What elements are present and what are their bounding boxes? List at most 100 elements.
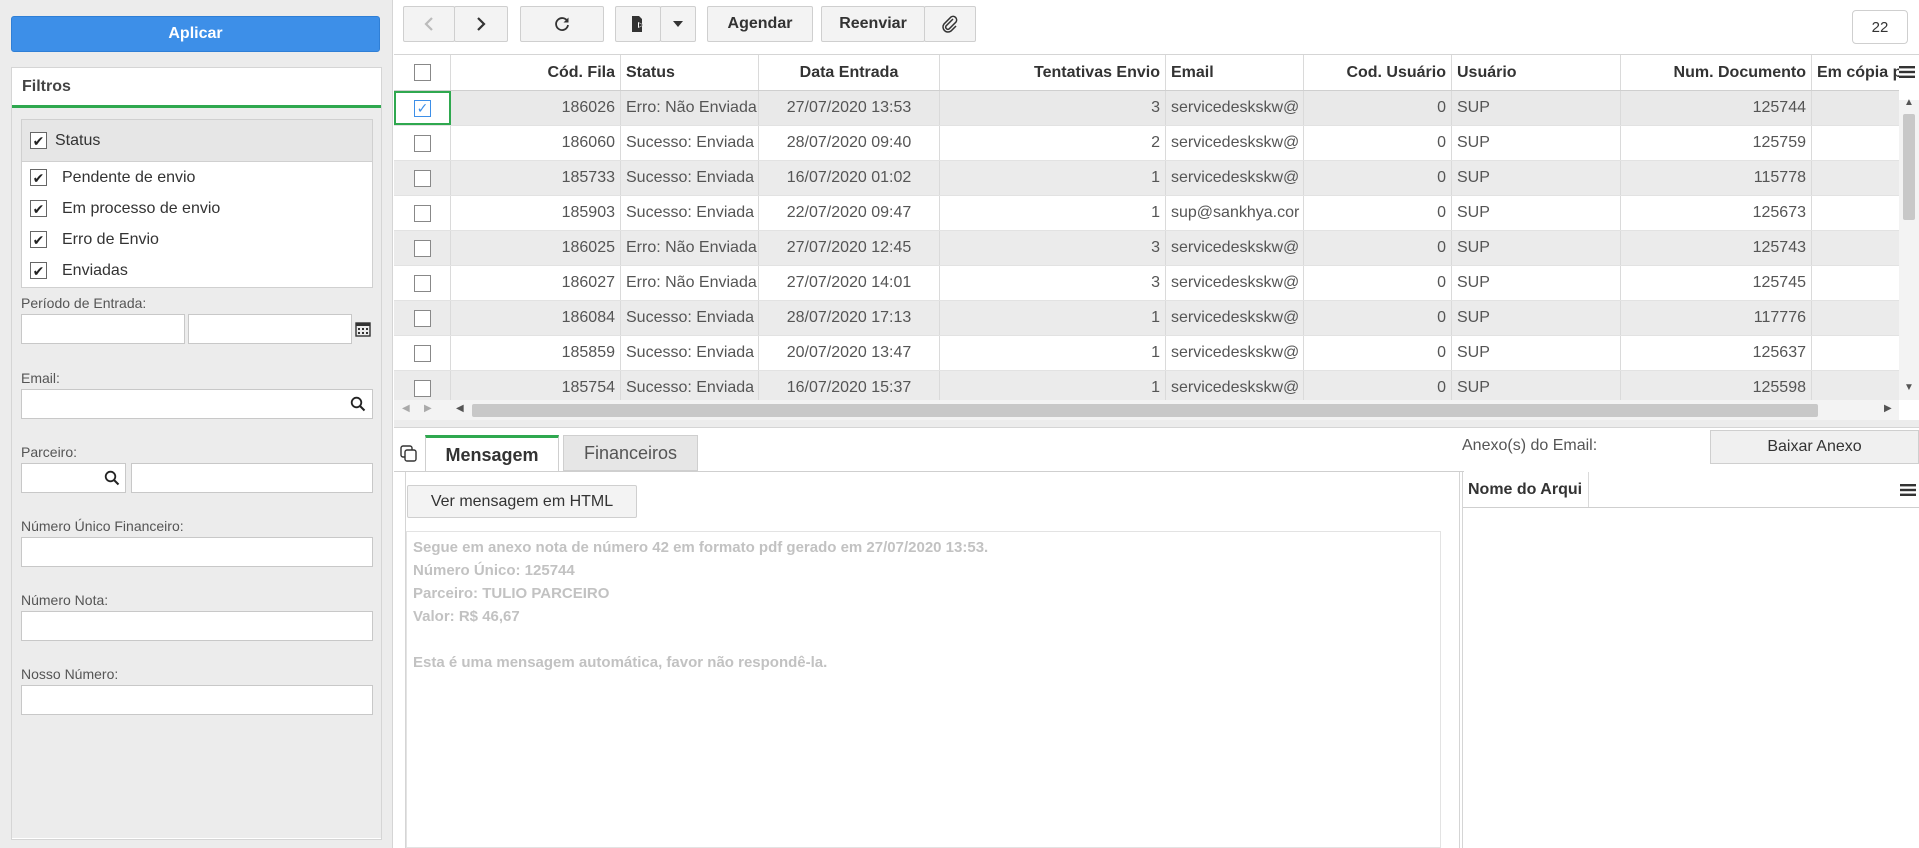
scroll-left-arrow[interactable]: ◀ — [456, 403, 464, 414]
cell-num-doc: 125743 — [1621, 231, 1812, 265]
export-dropdown-button[interactable] — [660, 6, 696, 42]
agendar-button[interactable]: Agendar — [707, 6, 813, 42]
cell-data: 22/07/2020 09:47 — [759, 196, 940, 230]
row-select-cell[interactable] — [394, 161, 451, 195]
periodo-end-input[interactable] — [188, 314, 352, 344]
header-select-cell[interactable] — [394, 55, 451, 90]
copy-icon[interactable] — [400, 445, 418, 463]
col-cod-usuario[interactable]: Cod. Usuário — [1304, 55, 1452, 90]
cell-email: servicedeskskw@ — [1166, 336, 1304, 370]
numnota-input[interactable] — [21, 611, 373, 641]
scroll-thumb[interactable] — [472, 404, 1818, 417]
cell-usuario: SUP — [1452, 231, 1621, 265]
status-all-checkbox[interactable]: ✔ — [30, 132, 47, 149]
column-menu-icon[interactable] — [1900, 483, 1916, 497]
table-row[interactable]: 185859 Sucesso: Enviada 20/07/2020 13:47 1 s… — [394, 336, 1899, 371]
table-row[interactable]: 186084 Sucesso: Enviada 28/07/2020 17:13 1 s… — [394, 301, 1899, 336]
reenviar-button[interactable]: Reenviar — [821, 6, 925, 42]
status-option-pendente[interactable]: ✔ Pendente de envio — [22, 162, 372, 193]
parceiro-name-input[interactable] — [131, 463, 373, 493]
checkbox[interactable]: ✔ — [30, 262, 47, 279]
col-num-documento[interactable]: Num. Documento — [1621, 55, 1812, 90]
grid-vertical-scrollbar[interactable]: ▲ ▼ — [1899, 97, 1919, 400]
row-select-cell[interactable] — [394, 196, 451, 230]
col-tentativas[interactable]: Tentativas Envio — [940, 55, 1166, 90]
cell-data: 27/07/2020 13:53 — [759, 91, 940, 125]
row-checkbox[interactable] — [413, 309, 431, 327]
status-option-em-processo[interactable]: ✔ Em processo de envio — [22, 193, 372, 224]
row-select-cell[interactable] — [394, 266, 451, 300]
table-row[interactable]: 186025 Erro: Não Enviada 27/07/2020 12:45 3… — [394, 231, 1899, 266]
periodo-start-input[interactable] — [21, 314, 185, 344]
checkbox[interactable]: ✔ — [30, 231, 47, 248]
scroll-up-arrow[interactable]: ▲ — [1904, 97, 1914, 108]
table-row[interactable]: 186027 Erro: Não Enviada 27/07/2020 14:01 3… — [394, 266, 1899, 301]
status-option-enviadas[interactable]: ✔ Enviadas — [22, 255, 372, 286]
cell-email: servicedeskskw@ — [1166, 126, 1304, 160]
cell-data: 20/07/2020 13:47 — [759, 336, 940, 370]
row-checkbox[interactable] — [413, 379, 431, 397]
status-group-header[interactable]: ✔ Status — [22, 120, 372, 162]
scroll-left-arrow[interactable]: ◀ — [402, 403, 410, 414]
cell-email: servicedeskskw@ — [1166, 91, 1304, 125]
row-checkbox[interactable] — [413, 204, 431, 222]
col-usuario[interactable]: Usuário — [1452, 55, 1621, 90]
scroll-down-arrow[interactable]: ▼ — [1904, 382, 1914, 393]
col-nome-arquivo[interactable]: Nome do Arqui — [1463, 472, 1589, 507]
col-email[interactable]: Email — [1166, 55, 1304, 90]
col-cod-fila[interactable]: Cód. Fila — [451, 55, 621, 90]
next-button[interactable] — [454, 6, 508, 42]
view-html-button[interactable]: Ver mensagem em HTML — [407, 485, 637, 518]
export-button[interactable] — [615, 6, 661, 42]
row-select-cell[interactable] — [394, 231, 451, 265]
nufin-input[interactable] — [21, 537, 373, 567]
checkbox[interactable]: ✔ — [30, 200, 47, 217]
attach-button[interactable] — [924, 6, 976, 42]
nosso-numero-input[interactable] — [21, 685, 373, 715]
row-checkbox[interactable] — [413, 344, 431, 362]
cell-em-copia — [1812, 126, 1899, 160]
row-select-cell[interactable] — [394, 126, 451, 160]
table-row[interactable]: 185903 Sucesso: Enviada 22/07/2020 09:47 1 s… — [394, 196, 1899, 231]
select-all-checkbox[interactable] — [413, 64, 431, 81]
table-row[interactable]: 185733 Sucesso: Enviada 16/07/2020 01:02 1 s… — [394, 161, 1899, 196]
row-checkbox[interactable] — [413, 274, 431, 292]
splitter[interactable] — [394, 420, 1919, 428]
scroll-right-arrow[interactable]: ▶ — [1884, 403, 1892, 414]
email-filter-input[interactable] — [21, 389, 373, 419]
download-attachment-button[interactable]: Baixar Anexo — [1710, 430, 1919, 464]
scroll-thumb[interactable] — [1903, 114, 1915, 220]
search-icon[interactable] — [350, 396, 366, 412]
previous-button[interactable] — [403, 6, 455, 42]
refresh-button[interactable] — [520, 6, 604, 42]
column-menu-icon[interactable] — [1899, 65, 1915, 79]
col-em-copia[interactable]: Em cópia p — [1812, 55, 1899, 90]
calendar-icon[interactable] — [355, 321, 371, 337]
row-select-cell[interactable] — [394, 301, 451, 335]
grid-horizontal-scrollbar[interactable]: ◀ ▶ ◀ ▶ — [394, 400, 1899, 420]
table-row[interactable]: 186060 Sucesso: Enviada 28/07/2020 09:40 2 s… — [394, 126, 1899, 161]
cell-num-doc: 125744 — [1621, 91, 1812, 125]
row-checkbox[interactable] — [413, 134, 431, 152]
parceiro-label: Parceiro: — [21, 444, 78, 460]
checkbox[interactable]: ✔ — [30, 169, 47, 186]
cell-cod-usuario: 0 — [1304, 336, 1452, 370]
file-export-icon — [632, 16, 644, 32]
cell-status: Erro: Não Enviada — [621, 91, 759, 125]
col-status[interactable]: Status — [621, 55, 759, 90]
tab-mensagem[interactable]: Mensagem — [425, 435, 559, 472]
row-select-cell[interactable] — [394, 336, 451, 370]
status-option-erro[interactable]: ✔ Erro de Envio — [22, 224, 372, 255]
search-icon[interactable] — [104, 470, 120, 486]
tab-financeiros[interactable]: Financeiros — [563, 435, 698, 471]
scroll-right-arrow[interactable]: ▶ — [424, 403, 432, 414]
apply-button[interactable]: Aplicar — [11, 16, 380, 52]
row-checkbox[interactable] — [413, 169, 431, 187]
row-checkbox[interactable]: ✓ — [414, 99, 431, 117]
row-checkbox[interactable] — [413, 239, 431, 257]
cell-status: Erro: Não Enviada — [621, 266, 759, 300]
table-row[interactable]: ✓ 186026 Erro: Não Enviada 27/07/2020 13:53… — [394, 91, 1899, 126]
chevron-left-icon — [424, 17, 433, 31]
row-select-cell[interactable]: ✓ — [394, 91, 451, 125]
col-data-entrada[interactable]: Data Entrada — [759, 55, 940, 90]
